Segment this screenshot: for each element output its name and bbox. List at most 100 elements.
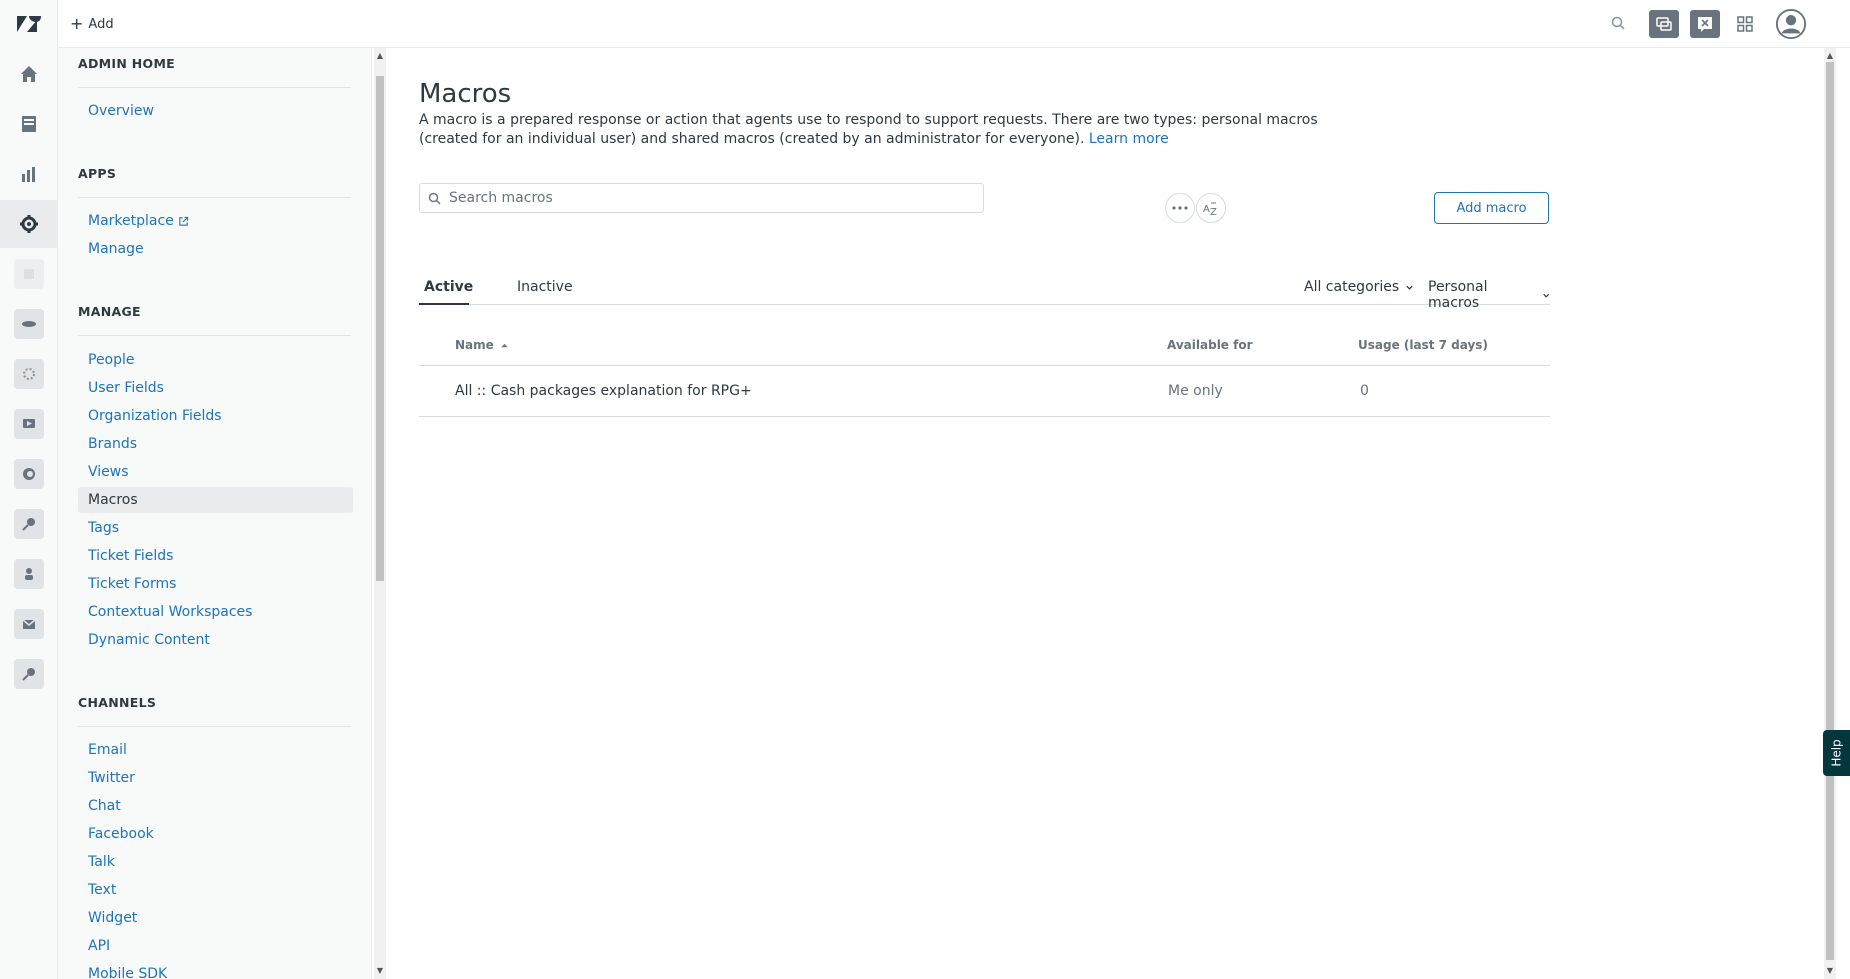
app-icon bbox=[14, 359, 44, 389]
app-icon bbox=[14, 559, 44, 589]
help-button[interactable]: Help bbox=[1823, 730, 1850, 776]
app-nav-item[interactable] bbox=[0, 250, 58, 298]
sort-az-icon: AZ bbox=[1203, 202, 1217, 216]
app-nav-item[interactable] bbox=[0, 300, 58, 348]
sidebar-item-facebook[interactable]: Facebook bbox=[78, 821, 353, 847]
conversations-button[interactable] bbox=[1649, 10, 1679, 38]
sort-alphabetical-button[interactable]: AZ bbox=[1196, 193, 1226, 223]
main-scrollbar[interactable]: ▲ ▼ bbox=[1824, 48, 1836, 979]
app-icon bbox=[14, 409, 44, 439]
views-icon bbox=[22, 116, 36, 132]
app-nav-item[interactable] bbox=[0, 450, 58, 498]
scroll-down-arrow-icon[interactable]: ▼ bbox=[376, 966, 384, 975]
scroll-down-arrow-icon[interactable]: ▼ bbox=[1826, 966, 1834, 975]
sidebar-item-macros[interactable]: Macros bbox=[78, 487, 353, 513]
admin-nav-item[interactable] bbox=[0, 200, 58, 248]
active-tab-underline bbox=[419, 303, 469, 305]
home-nav-item[interactable] bbox=[0, 50, 58, 98]
sidebar-item-views[interactable]: Views bbox=[78, 459, 353, 485]
product-tray-button[interactable] bbox=[1690, 10, 1720, 38]
main-content: Macros A macro is a prepared response or… bbox=[388, 48, 1821, 979]
usage-cell: 0 bbox=[1360, 383, 1369, 399]
top-bar: + Add bbox=[58, 0, 1850, 48]
divider bbox=[78, 335, 351, 336]
sidebar-item-contextual-workspaces[interactable]: Contextual Workspaces bbox=[78, 599, 353, 625]
scroll-up-arrow-icon[interactable]: ▲ bbox=[1826, 51, 1834, 60]
tab-inactive[interactable]: Inactive bbox=[517, 279, 573, 295]
sidebar-item-talk[interactable]: Talk bbox=[78, 849, 353, 875]
category-filter-dropdown[interactable]: All categories bbox=[1304, 279, 1414, 295]
search-icon bbox=[1611, 16, 1625, 30]
sidebar-item-mobile-sdk[interactable]: Mobile SDK bbox=[78, 961, 353, 979]
section-channels-title: CHANNELS bbox=[78, 695, 157, 710]
macro-type-filter-dropdown[interactable]: Personal macros bbox=[1428, 279, 1550, 311]
sidebar-item-widget[interactable]: Widget bbox=[78, 905, 353, 931]
apps-grid-button[interactable] bbox=[1730, 10, 1760, 38]
app-nav-item[interactable] bbox=[0, 600, 58, 648]
product-nav-rail bbox=[0, 0, 58, 979]
sort-ascending-icon bbox=[501, 343, 508, 347]
sidebar-item-tags[interactable]: Tags bbox=[78, 515, 353, 541]
sidebar-item-brands[interactable]: Brands bbox=[78, 431, 353, 457]
reporting-nav-item[interactable] bbox=[0, 150, 58, 198]
search-macros-field[interactable] bbox=[419, 183, 984, 213]
sidebar-item-people[interactable]: People bbox=[78, 347, 353, 373]
product-tray-icon bbox=[1698, 17, 1712, 32]
macro-type-filter-label: Personal macros bbox=[1428, 279, 1488, 311]
tab-active[interactable]: Active bbox=[424, 279, 473, 295]
column-header-name[interactable]: Name bbox=[455, 338, 509, 352]
divider bbox=[78, 726, 351, 727]
zendesk-logo-icon[interactable] bbox=[14, 12, 42, 36]
sidebar-item-ticket-fields[interactable]: Ticket Fields bbox=[78, 543, 353, 569]
app-nav-item[interactable] bbox=[0, 350, 58, 398]
app-icon bbox=[14, 659, 44, 689]
scroll-up-arrow-icon[interactable]: ▲ bbox=[376, 51, 384, 60]
add-button[interactable]: + Add bbox=[70, 12, 114, 36]
admin-gear-icon bbox=[20, 215, 38, 233]
sidebar-item-api[interactable]: API bbox=[78, 933, 353, 959]
section-manage-title: MANAGE bbox=[78, 304, 141, 319]
sidebar-item-chat[interactable]: Chat bbox=[78, 793, 353, 819]
more-horizontal-icon bbox=[1172, 206, 1188, 210]
search-macros-input[interactable] bbox=[449, 190, 969, 206]
sidebar-item-text[interactable]: Text bbox=[78, 877, 353, 903]
sidebar-scrollbar[interactable]: ▲ ▼ bbox=[374, 48, 386, 979]
table-row[interactable]: All :: Cash packages explanation for RPG… bbox=[419, 367, 1550, 417]
sidebar-item-marketplace[interactable]: Marketplace bbox=[78, 208, 353, 234]
user-avatar[interactable] bbox=[1774, 7, 1808, 41]
column-header-available-for[interactable]: Available for bbox=[1167, 338, 1253, 352]
column-header-usage[interactable]: Usage (last 7 days) bbox=[1358, 338, 1488, 352]
section-admin-home-title: ADMIN HOME bbox=[78, 56, 176, 71]
app-nav-item[interactable] bbox=[0, 550, 58, 598]
macro-name-cell[interactable]: All :: Cash packages explanation for RPG… bbox=[455, 383, 752, 399]
sidebar-item-manage[interactable]: Manage bbox=[78, 236, 353, 262]
app-nav-item[interactable] bbox=[0, 650, 58, 698]
search-button[interactable] bbox=[1604, 10, 1634, 38]
views-nav-item[interactable] bbox=[0, 100, 58, 148]
sidebar-item-dynamic-content[interactable]: Dynamic Content bbox=[78, 627, 353, 653]
add-macro-button[interactable]: Add macro bbox=[1434, 192, 1549, 224]
sidebar-item-user-fields[interactable]: User Fields bbox=[78, 375, 353, 401]
sidebar-item-overview[interactable]: Overview bbox=[78, 98, 353, 124]
app-icon bbox=[14, 309, 44, 339]
svg-text:Z: Z bbox=[1210, 207, 1217, 216]
description-text: A macro is a prepared response or action… bbox=[419, 112, 1318, 147]
app-nav-item[interactable] bbox=[0, 400, 58, 448]
app-icon bbox=[14, 259, 44, 289]
table-header: Name Available for Usage (last 7 days) bbox=[419, 328, 1550, 366]
sidebar-item-twitter[interactable]: Twitter bbox=[78, 765, 353, 791]
sidebar-item-organization-fields[interactable]: Organization Fields bbox=[78, 403, 353, 429]
reporting-icon bbox=[22, 167, 35, 182]
app-icon bbox=[14, 509, 44, 539]
sidebar-item-email[interactable]: Email bbox=[78, 737, 353, 763]
available-for-cell: Me only bbox=[1168, 383, 1223, 399]
more-options-button[interactable] bbox=[1165, 193, 1195, 223]
main-scrollbar-thumb[interactable] bbox=[1826, 62, 1834, 960]
learn-more-link[interactable]: Learn more bbox=[1089, 131, 1169, 147]
svg-text:A: A bbox=[1203, 204, 1210, 215]
add-button-label: Add bbox=[88, 16, 114, 32]
divider bbox=[78, 197, 351, 198]
app-nav-item[interactable] bbox=[0, 500, 58, 548]
sidebar-scrollbar-thumb[interactable] bbox=[376, 76, 384, 581]
sidebar-item-ticket-forms[interactable]: Ticket Forms bbox=[78, 571, 353, 597]
